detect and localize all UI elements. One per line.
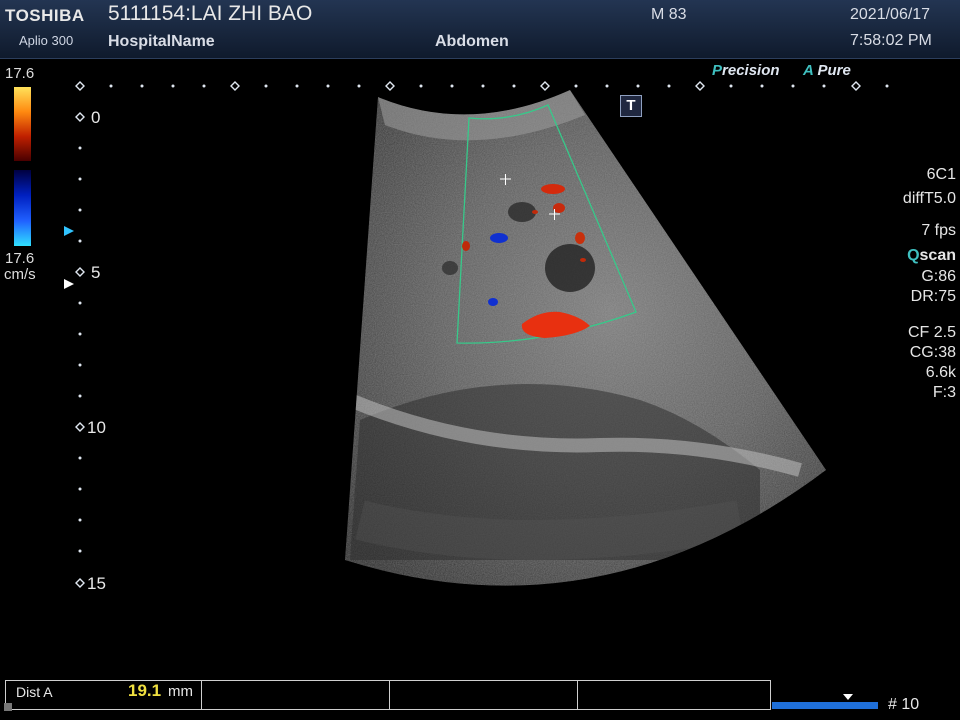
color-gain: CG:38 xyxy=(909,344,956,361)
color-scale-positive xyxy=(14,87,31,161)
velocity-unit: cm/s xyxy=(4,266,36,283)
focus-position-icon xyxy=(64,279,74,289)
measurement-cell-empty[interactable] xyxy=(578,681,770,709)
dynamic-range: DR:75 xyxy=(910,288,956,305)
filter-value: F:3 xyxy=(932,384,956,401)
velocity-scale-top: 17.6 xyxy=(5,65,35,82)
color-scale-negative xyxy=(14,170,31,246)
ultrasound-image xyxy=(75,81,889,588)
cine-frame-number: # 10 xyxy=(888,696,920,713)
gain-value: G:86 xyxy=(921,268,956,285)
cine-position-marker-icon[interactable] xyxy=(843,694,853,700)
measurement-value: 19.1 xyxy=(128,681,162,700)
depth-label-10: 10 xyxy=(87,418,106,437)
measurement-table: Dist A 19.1 mm xyxy=(5,680,771,710)
harmonic-mode: diffT5.0 xyxy=(902,190,956,207)
precision-mode-label: Precision xyxy=(712,62,780,79)
horizontal-scale xyxy=(75,81,889,91)
depth-label-15: 15 xyxy=(87,574,106,593)
status-square-icon xyxy=(4,703,12,711)
transducer-orientation-icon: T xyxy=(620,95,642,117)
depth-scale-marks xyxy=(75,112,85,588)
measurement-unit: mm xyxy=(168,683,193,700)
depth-label-5: 5 xyxy=(91,263,101,282)
measurement-label: Dist A xyxy=(16,684,53,700)
apure-mode-label: A Pure xyxy=(803,62,851,79)
measurement-cell-empty[interactable] xyxy=(390,681,578,709)
qscan-label: Qscan xyxy=(907,247,956,264)
prf-value: 6.6k xyxy=(925,364,956,381)
focus-marker-icon xyxy=(64,226,74,236)
cine-progress-bar[interactable] xyxy=(772,702,878,709)
probe-name: 6C1 xyxy=(926,166,956,183)
measurement-cell-dist-a[interactable]: Dist A 19.1 mm xyxy=(6,681,202,709)
frame-rate: 7 fps xyxy=(921,222,956,239)
velocity-scale-bottom: 17.6 xyxy=(5,250,35,267)
measurement-cell-empty[interactable] xyxy=(202,681,390,709)
color-frequency: CF 2.5 xyxy=(907,324,956,341)
depth-label-0: 0 xyxy=(91,108,101,127)
